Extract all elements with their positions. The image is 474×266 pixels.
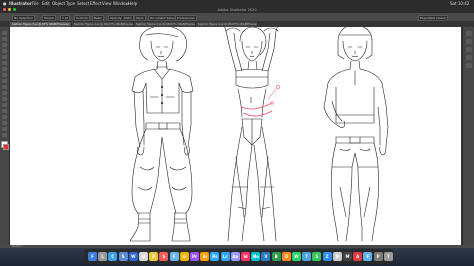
dock-app-icon[interactable]: O: [281, 252, 291, 261]
dock-app-icon[interactable]: S: [118, 252, 128, 261]
dock-app-icon[interactable]: N: [332, 252, 342, 261]
dock-app-icon[interactable]: Id: [241, 252, 250, 261]
shape-builder-tool-icon[interactable]: [2, 109, 7, 113]
dock-app-icon[interactable]: T: [302, 252, 312, 261]
document-setup-button[interactable]: Document Setup: [148, 15, 178, 21]
dock-app-icon[interactable]: C: [108, 252, 118, 261]
selection-tool-icon[interactable]: [2, 31, 7, 35]
dock-app-icon[interactable]: V: [261, 252, 271, 261]
pen-tool-icon[interactable]: [2, 43, 7, 47]
dock-app-icon[interactable]: L: [98, 252, 108, 261]
menu-select[interactable]: Select: [77, 0, 89, 7]
figure-2-drawing: [224, 27, 280, 242]
eyedropper-tool-icon[interactable]: [2, 121, 7, 125]
pencil-tool-icon[interactable]: [2, 79, 7, 83]
menu-bar: ● Illustrator File Edit Object Type Sele…: [0, 0, 474, 7]
dock-app-icon[interactable]: M: [343, 252, 352, 261]
dock-app-icon[interactable]: S: [159, 252, 169, 261]
dock-app-icon[interactable]: Ps: [210, 252, 220, 261]
menu-object[interactable]: Object: [52, 0, 65, 7]
layers-panel-icon[interactable]: [466, 39, 472, 44]
line-tool-icon[interactable]: [2, 61, 7, 65]
swatches-panel-icon[interactable]: [466, 55, 472, 60]
app-menu[interactable]: Illustrator: [9, 0, 32, 7]
close-window-button[interactable]: [3, 8, 6, 11]
dock-app-icon[interactable]: Me: [251, 252, 261, 261]
apple-icon[interactable]: ●: [3, 0, 7, 7]
dock-app-icon[interactable]: G: [179, 252, 189, 261]
dock-app-icon[interactable]: F: [363, 252, 373, 261]
menubar-clock: Sat 10:42: [450, 1, 470, 6]
menu-edit[interactable]: Edit: [42, 0, 50, 7]
dock-app-icon[interactable]: P: [373, 252, 383, 261]
dock-app-icon[interactable]: M: [139, 252, 148, 261]
fashion-illustration: [129, 27, 389, 242]
stroke-profile-select[interactable]: Uniform: [74, 15, 90, 21]
dock-app-icon[interactable]: Ai: [200, 252, 210, 261]
stroke-label[interactable]: Stroke: [42, 15, 56, 21]
menu-window[interactable]: Window: [113, 0, 129, 7]
eraser-tool-icon[interactable]: [2, 85, 7, 89]
workspace-switcher[interactable]: Essentials Classic: [418, 15, 449, 21]
rotate-tool-icon[interactable]: [2, 91, 7, 95]
dock-app-icon[interactable]: B: [271, 252, 281, 261]
minimize-window-button[interactable]: [8, 8, 11, 11]
figure-1-drawing: [129, 27, 194, 242]
width-tool-icon[interactable]: [2, 103, 7, 107]
menu-view[interactable]: View: [102, 0, 112, 7]
curvature-tool-icon[interactable]: [2, 49, 7, 53]
zoom-window-button[interactable]: [13, 8, 16, 11]
stroke-panel-icon[interactable]: [466, 63, 472, 68]
control-bar: No Selection Stroke 1 pt Uniform Basic O…: [0, 13, 474, 22]
tools-panel: [0, 27, 10, 245]
screen: ● Illustrator File Edit Object Type Sele…: [0, 0, 474, 266]
stroke-swatch[interactable]: [3, 144, 9, 150]
window-title: Adobe Illustrator 2020: [217, 8, 257, 12]
menu-help[interactable]: Help: [128, 0, 137, 7]
dock-app-icon[interactable]: W: [292, 252, 301, 261]
hand-tool-icon[interactable]: [2, 127, 7, 131]
artboard-canvas[interactable]: [10, 27, 461, 245]
rectangle-tool-icon[interactable]: [2, 67, 7, 71]
figure-3-drawing: [323, 27, 389, 242]
dock-app-icon[interactable]: F: [169, 252, 179, 261]
opacity-field[interactable]: Opacity: 100%: [108, 15, 134, 21]
dock-app-icon[interactable]: Pr: [190, 252, 199, 261]
style-select[interactable]: Style: [134, 15, 146, 21]
gradient-tool-icon[interactable]: [2, 115, 7, 119]
dock-app-icon[interactable]: W: [128, 252, 138, 261]
type-tool-icon[interactable]: [2, 55, 7, 59]
dock-app-icon[interactable]: S: [312, 252, 322, 261]
dock-app-icon[interactable]: F: [88, 252, 97, 261]
selection-indicator: No Selection: [12, 15, 35, 21]
dock-app-icon[interactable]: P: [149, 252, 159, 261]
dock-app-icon[interactable]: Ae: [230, 252, 240, 261]
stroke-weight-field[interactable]: 1 pt: [60, 15, 70, 21]
menu-effect[interactable]: Effect: [90, 0, 102, 7]
libraries-panel-icon[interactable]: [466, 47, 472, 52]
preferences-button[interactable]: Preferences: [175, 15, 197, 21]
paintbrush-tool-icon[interactable]: [2, 73, 7, 77]
dock: F L C S W M P S F G Pr Ai Ps Lr Ae Id Me V B O W T S Z N M A F P T: [84, 249, 394, 264]
menu-file[interactable]: File: [32, 0, 39, 7]
dock-app-icon[interactable]: Z: [322, 252, 332, 261]
direct-selection-tool-icon[interactable]: [2, 37, 7, 41]
brush-select[interactable]: Basic: [92, 15, 104, 21]
dock-app-icon[interactable]: Lr: [220, 252, 230, 261]
zoom-tool-icon[interactable]: [2, 133, 7, 137]
dock-app-icon[interactable]: A: [353, 252, 363, 261]
panels-dock: [462, 27, 474, 245]
dock-app-icon[interactable]: T: [383, 252, 393, 261]
menu-type[interactable]: Type: [66, 0, 75, 7]
scale-tool-icon[interactable]: [2, 97, 7, 101]
properties-panel-icon[interactable]: [466, 31, 472, 36]
